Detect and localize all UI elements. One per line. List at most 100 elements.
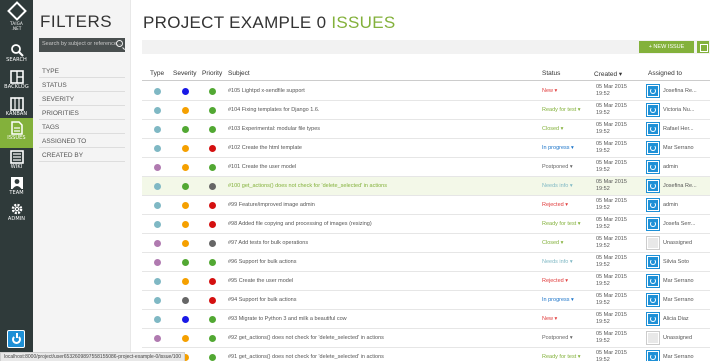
assignee-name[interactable]: Josefina Re... [663,88,709,94]
issue-subject-link[interactable]: #100 get_actions() does not check for 'd… [228,183,387,189]
issue-status-dropdown[interactable]: Rejected ▾ [542,202,568,208]
type-dot-icon[interactable] [154,221,161,228]
col-status[interactable]: Status [542,70,560,77]
issue-status-dropdown[interactable]: Needs info ▾ [542,183,573,189]
priority-dot-icon[interactable] [209,221,216,228]
assignee-name[interactable]: Silvia Soto [663,259,709,265]
assignee-avatar[interactable] [646,179,660,193]
type-dot-icon[interactable] [154,183,161,190]
severity-dot-icon[interactable] [182,221,189,228]
issue-status-dropdown[interactable]: Ready for test ▾ [542,107,581,113]
col-created[interactable]: Created ▾ [594,70,622,78]
severity-dot-icon[interactable] [182,183,189,190]
table-row[interactable]: #102 Create the html template In progress… [142,139,710,158]
assignee-name[interactable]: Rafael Her... [663,126,709,132]
table-row[interactable]: #100 get_actions() does not check for 'd… [142,177,710,196]
assignee-name[interactable]: Josefa Serr... [663,221,709,227]
type-dot-icon[interactable] [154,259,161,266]
severity-dot-icon[interactable] [182,88,189,95]
assignee-avatar[interactable] [646,84,660,98]
table-row[interactable]: #101 Create the user model Postponed ▾ 05 … [142,158,710,177]
filter-assigned-to[interactable]: ASSIGNED TO [39,135,125,148]
issue-subject-link[interactable]: #92 get_actions() does not check for 'de… [228,335,384,341]
bulk-insert-button[interactable] [697,41,709,53]
severity-dot-icon[interactable] [182,202,189,209]
priority-dot-icon[interactable] [209,183,216,190]
priority-dot-icon[interactable] [209,88,216,95]
assignee-avatar[interactable] [646,122,660,136]
priority-dot-icon[interactable] [209,240,216,247]
assignee-avatar[interactable] [646,293,660,307]
filter-search-input[interactable]: Search by subject or reference... [39,38,125,52]
severity-dot-icon[interactable] [182,316,189,323]
filter-priorities[interactable]: PRIORITIES [39,107,125,120]
assignee-name[interactable]: Alicia Diaz [663,316,709,322]
issue-subject-link[interactable]: #98 Added file copying and processing of… [228,221,372,227]
table-row[interactable]: #91 get_actions() does not check for 'de… [142,348,710,361]
issue-status-dropdown[interactable]: Postponed ▾ [542,164,573,170]
type-dot-icon[interactable] [154,126,161,133]
severity-dot-icon[interactable] [182,297,189,304]
issue-status-dropdown[interactable]: Closed ▾ [542,126,563,132]
assignee-name[interactable]: admin [663,164,709,170]
assignee-avatar[interactable] [646,274,660,288]
issue-status-dropdown[interactable]: New ▾ [542,88,557,94]
col-priority[interactable]: Priority [202,70,222,77]
issue-subject-link[interactable]: #101 Create the user model [228,164,296,170]
assignee-avatar[interactable] [646,350,660,361]
priority-dot-icon[interactable] [209,126,216,133]
issue-status-dropdown[interactable]: New ▾ [542,316,557,322]
issue-status-dropdown[interactable]: Ready for test ▾ [542,354,581,360]
severity-dot-icon[interactable] [182,145,189,152]
col-assigned[interactable]: Assigned to [648,70,682,77]
table-row[interactable]: #95 Create the user model Rejected ▾ 05 Ma… [142,272,710,291]
filter-status[interactable]: STATUS [39,79,125,92]
assignee-name[interactable]: Josefina Re... [663,183,709,189]
assignee-avatar[interactable] [646,103,660,117]
assignee-avatar[interactable] [646,217,660,231]
severity-dot-icon[interactable] [182,164,189,171]
nav-item-search[interactable]: SEARCH [0,40,33,70]
assignee-avatar[interactable] [646,141,660,155]
type-dot-icon[interactable] [154,107,161,114]
table-row[interactable]: #98 Added file copying and processing of… [142,215,710,234]
assignee-avatar[interactable] [646,198,660,212]
issue-status-dropdown[interactable]: Needs info ▾ [542,259,573,265]
nav-item-issues[interactable]: ISSUES [0,118,33,148]
assignee-name[interactable]: Victoria Nu... [663,107,709,113]
issue-subject-link[interactable]: #94 Support for bulk actions [228,297,297,303]
filter-severity[interactable]: SEVERITY [39,93,125,106]
assignee-avatar[interactable] [646,236,660,250]
table-row[interactable]: #103 Experimental: modular file types Clo… [142,120,710,139]
issue-subject-link[interactable]: #93 Migrate to Python 3 and milk a beaut… [228,316,347,322]
table-row[interactable]: #94 Support for bulk actions In progress … [142,291,710,310]
assignee-name[interactable]: Mar Serrano [663,278,709,284]
priority-dot-icon[interactable] [209,278,216,285]
assignee-name[interactable]: Unassigned [663,240,709,246]
priority-dot-icon[interactable] [209,259,216,266]
assignee-name[interactable]: Mar Serrano [663,354,709,360]
col-subject[interactable]: Subject [228,70,250,77]
issue-subject-link[interactable]: #95 Create the user model [228,278,293,284]
type-dot-icon[interactable] [154,240,161,247]
severity-dot-icon[interactable] [182,240,189,247]
issue-status-dropdown[interactable]: Closed ▾ [542,240,563,246]
filter-tags[interactable]: TAGS [39,121,125,134]
issue-subject-link[interactable]: #96 Support for bulk actions [228,259,297,265]
type-dot-icon[interactable] [154,202,161,209]
col-type[interactable]: Type [150,70,164,77]
table-row[interactable]: #97 Add tests for bulk operations Closed … [142,234,710,253]
assignee-avatar[interactable] [646,160,660,174]
priority-dot-icon[interactable] [209,202,216,209]
assignee-name[interactable]: admin [663,202,709,208]
assignee-avatar[interactable] [646,255,660,269]
col-severity[interactable]: Severity [173,70,196,77]
issue-subject-link[interactable]: #105 Lightpd x-sendfile support [228,88,305,94]
type-dot-icon[interactable] [154,278,161,285]
table-row[interactable]: #99 Feature/improved image admin Rejected… [142,196,710,215]
type-dot-icon[interactable] [154,316,161,323]
nav-item-backlog[interactable]: BACKLOG [0,67,33,97]
severity-dot-icon[interactable] [182,259,189,266]
new-issue-button[interactable]: + NEW ISSUE [639,41,694,53]
table-row[interactable]: #92 get_actions() does not check for 'de… [142,329,710,348]
